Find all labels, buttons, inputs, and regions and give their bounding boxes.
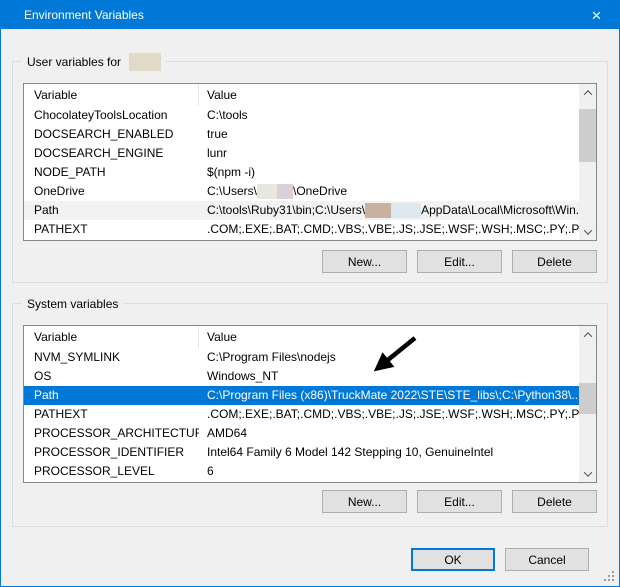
column-header-variable[interactable]: Variable (24, 326, 199, 348)
variable-name-cell: DOCSEARCH_ENABLED (24, 125, 199, 144)
value-redaction (277, 184, 293, 199)
variable-value-cell: .COM;.EXE;.BAT;.CMD;.VBS;.VBE;.JS;.JSE;.… (199, 220, 579, 239)
variable-row-DOCSEARCH_ENGINE[interactable]: DOCSEARCH_ENGINElunr (24, 144, 579, 163)
column-header-value[interactable]: Value (199, 84, 579, 106)
variable-name-cell: DOCSEARCH_ENGINE (24, 144, 199, 163)
scroll-down-icon[interactable] (579, 223, 596, 240)
variable-value-cell: AMD64 (199, 424, 579, 443)
user-table-header: Variable Value (24, 84, 579, 106)
variable-name-cell: PATHEXT (24, 220, 199, 239)
variable-value-cell: $(npm -i) (199, 163, 579, 182)
column-header-value[interactable]: Value (199, 326, 579, 348)
value-redaction (365, 203, 391, 218)
scroll-down-icon[interactable] (579, 465, 596, 482)
variable-value-cell: Intel64 Family 6 Model 142 Stepping 10, … (199, 443, 579, 462)
system-table-rows: NVM_SYMLINKC:\Program Files\nodejsOSWind… (24, 348, 579, 482)
variable-value-cell: C:\Users\ \OneDrive (199, 182, 579, 201)
variable-name-cell: Path (24, 201, 199, 220)
system-group-label-text: System variables (27, 297, 118, 311)
user-new-button[interactable]: New... (322, 250, 407, 273)
variable-name-cell: PROCESSOR_LEVEL (24, 462, 199, 481)
user-group-label: User variables for (22, 53, 166, 71)
value-text: \OneDrive (293, 182, 347, 201)
value-redaction (257, 184, 277, 199)
variable-row-Path[interactable]: PathC:\Program Files (x86)\TruckMate 202… (24, 386, 579, 405)
system-table-header: Variable Value (24, 326, 579, 348)
variable-name-cell: PATHEXT (24, 405, 199, 424)
variable-value-cell: C:\Program Files\nodejs (199, 348, 579, 367)
value-text: AppData\Local\Microsoft\Win... (421, 201, 579, 220)
scroll-up-icon[interactable] (579, 326, 596, 343)
close-button[interactable]: × (574, 1, 619, 29)
value-redaction (391, 203, 421, 218)
variable-name-cell: Path (24, 386, 199, 405)
system-new-button[interactable]: New... (322, 490, 407, 513)
user-group-label-text: User variables for (27, 55, 121, 69)
variable-row-NVM_SYMLINK[interactable]: NVM_SYMLINKC:\Program Files\nodejs (24, 348, 579, 367)
system-edit-button[interactable]: Edit... (417, 490, 502, 513)
variable-row-Path[interactable]: Path C:\tools\Ruby31\bin;C:\Users\ AppData… (24, 201, 579, 220)
variable-value-cell: C:\Program Files (x86)\TruckMate 2022\ST… (199, 386, 579, 405)
variable-value-cell: true (199, 125, 579, 144)
variable-value-cell: C:\tools (199, 106, 579, 125)
variable-name-cell: OS (24, 367, 199, 386)
user-variables-table[interactable]: Variable Value ChocolateyToolsLocationC:… (23, 83, 597, 241)
user-delete-button[interactable]: Delete (512, 250, 597, 273)
value-text: C:\Users\ (207, 182, 257, 201)
title-bar[interactable]: Environment Variables × (1, 1, 619, 29)
system-group-label: System variables (22, 295, 123, 313)
close-icon: × (592, 7, 602, 24)
ok-button[interactable]: OK (411, 548, 495, 571)
variable-row-PROCESSOR_LEVEL[interactable]: PROCESSOR_LEVEL6 (24, 462, 579, 481)
username-redaction (129, 53, 161, 71)
variable-value-cell: lunr (199, 144, 579, 163)
user-edit-button[interactable]: Edit... (417, 250, 502, 273)
variable-name-cell: PROCESSOR_ARCHITECTURE (24, 424, 199, 443)
variable-value-cell: C:\tools\Ruby31\bin;C:\Users\ AppData\Loc… (199, 201, 579, 220)
value-text: C:\tools\Ruby31\bin;C:\Users\ (207, 201, 365, 220)
user-table-scrollbar[interactable] (579, 84, 596, 240)
column-header-variable[interactable]: Variable (24, 84, 199, 106)
scrollbar-thumb[interactable] (579, 383, 596, 414)
system-delete-button[interactable]: Delete (512, 490, 597, 513)
variable-name-cell: OneDrive (24, 182, 199, 201)
environment-variables-dialog: Environment Variables × User variables f… (0, 0, 620, 587)
variable-value-cell: Windows_NT (199, 367, 579, 386)
system-variables-group: System variables Variable Value NVM_SYML… (12, 303, 608, 527)
dialog-title: Environment Variables (1, 8, 144, 22)
variable-name-cell: ChocolateyToolsLocation (24, 106, 199, 125)
variable-name-cell: NVM_SYMLINK (24, 348, 199, 367)
variable-row-OneDrive[interactable]: OneDrive C:\Users\ \OneDrive (24, 182, 579, 201)
variable-name-cell: NODE_PATH (24, 163, 199, 182)
user-variables-group: User variables for Variable Value Chocol… (12, 61, 608, 283)
user-table-rows: ChocolateyToolsLocationC:\toolsDOCSEARCH… (24, 106, 579, 240)
variable-row-PATHEXT[interactable]: PATHEXT.COM;.EXE;.BAT;.CMD;.VBS;.VBE;.JS… (24, 220, 579, 239)
variable-row-OS[interactable]: OSWindows_NT (24, 367, 579, 386)
variable-row-NODE_PATH[interactable]: NODE_PATH$(npm -i) (24, 163, 579, 182)
variable-name-cell: PROCESSOR_IDENTIFIER (24, 443, 199, 462)
variable-row-ChocolateyToolsLocation[interactable]: ChocolateyToolsLocationC:\tools (24, 106, 579, 125)
variable-value-cell: .COM;.EXE;.BAT;.CMD;.VBS;.VBE;.JS;.JSE;.… (199, 405, 579, 424)
cancel-button[interactable]: Cancel (505, 548, 589, 571)
scrollbar-thumb[interactable] (579, 109, 596, 162)
resize-grip-icon[interactable] (603, 570, 616, 583)
variable-row-PROCESSOR_IDENTIFIER[interactable]: PROCESSOR_IDENTIFIERIntel64 Family 6 Mod… (24, 443, 579, 462)
variable-row-PROCESSOR_ARCHITECTURE[interactable]: PROCESSOR_ARCHITECTUREAMD64 (24, 424, 579, 443)
scroll-up-icon[interactable] (579, 84, 596, 101)
system-table-scrollbar[interactable] (579, 326, 596, 482)
variable-value-cell: 6 (199, 462, 579, 481)
system-variables-table[interactable]: Variable Value NVM_SYMLINKC:\Program Fil… (23, 325, 597, 483)
variable-row-PATHEXT[interactable]: PATHEXT.COM;.EXE;.BAT;.CMD;.VBS;.VBE;.JS… (24, 405, 579, 424)
variable-row-DOCSEARCH_ENABLED[interactable]: DOCSEARCH_ENABLEDtrue (24, 125, 579, 144)
